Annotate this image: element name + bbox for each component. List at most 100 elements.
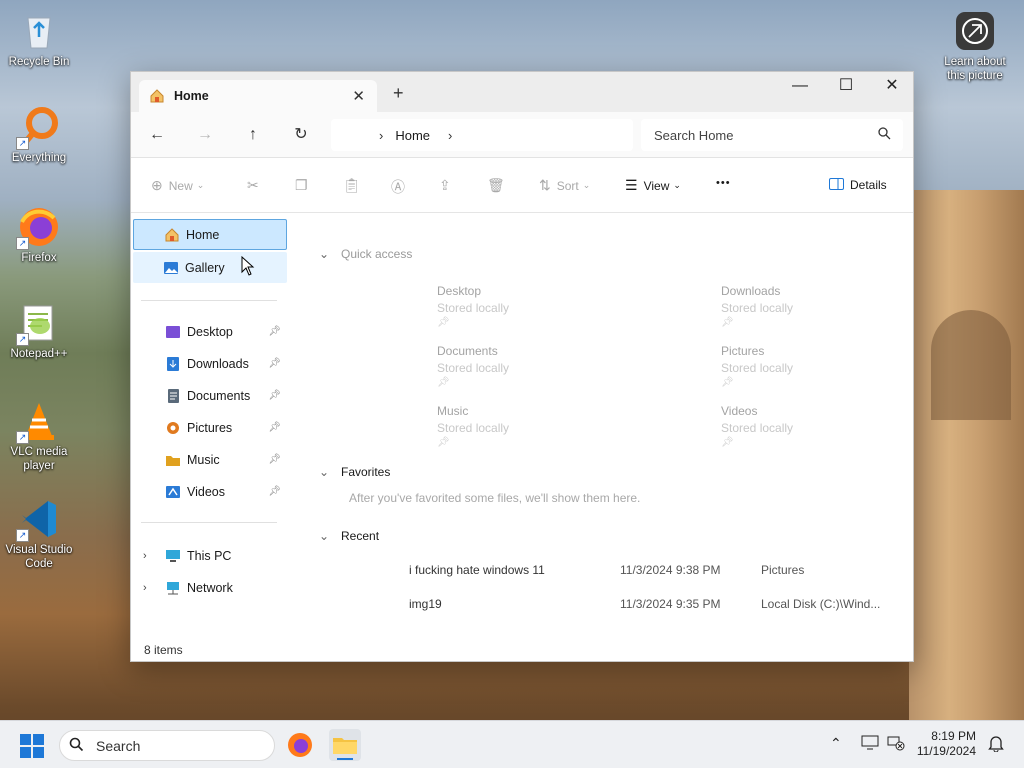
desktop-icon-label: Visual Studio Code — [5, 544, 73, 570]
sort-label: Sort — [556, 178, 579, 193]
quick-access-item[interactable]: Videos Stored locally 📌︎ — [721, 404, 921, 448]
desktop-icon-firefox[interactable]: ↗ Firefox — [1, 206, 77, 265]
favorites-empty-message: After you've favorited some files, we'll… — [349, 491, 641, 505]
search-icon — [69, 737, 84, 756]
chevron-down-icon: ⌄ — [582, 180, 591, 190]
quick-access-item[interactable]: Music Stored locally 📌︎ — [437, 404, 637, 448]
back-button[interactable]: ← — [145, 123, 169, 147]
details-pane-button[interactable]: Details — [829, 177, 887, 193]
item-name: Videos — [721, 404, 758, 418]
breadcrumb-home[interactable]: Home — [395, 128, 430, 143]
taskbar-firefox[interactable] — [284, 729, 316, 761]
desktop-icon-label: Notepad++ — [10, 348, 68, 360]
network-status-icon[interactable] — [887, 735, 905, 754]
item-name: Desktop — [437, 284, 482, 298]
rename-icon[interactable]: Ⓐ — [391, 177, 411, 197]
desktop-icon-recycle-bin[interactable]: Recycle Bin — [1, 10, 77, 69]
desktop-icon-vlc[interactable]: ↗ VLC media player — [1, 400, 77, 473]
downloads-folder-icon — [165, 356, 181, 372]
chevron-right-icon[interactable]: › — [143, 550, 147, 562]
taskbar-search[interactable]: Search — [59, 730, 275, 761]
address-bar[interactable]: › Home › — [331, 119, 633, 151]
pictures-folder-icon — [165, 420, 181, 436]
background-cliff — [909, 190, 1024, 720]
up-button[interactable]: ↑ — [241, 123, 265, 147]
quick-access-item[interactable]: Downloads Stored locally 📌︎ — [721, 284, 921, 328]
sidebar-item-label: Pictures — [187, 420, 233, 435]
vscode-icon: ↗ — [16, 498, 60, 542]
clock-date: 11/19/2024 — [916, 744, 976, 758]
start-button[interactable] — [20, 734, 44, 758]
favorites-header[interactable]: ⌄ Favorites — [319, 465, 390, 479]
table-row[interactable]: img19 11/3/2024 9:35 PM Local Disk (C:)\… — [291, 597, 891, 617]
divider — [141, 300, 277, 301]
monitor-icon[interactable] — [861, 735, 879, 754]
new-label: New — [168, 178, 193, 193]
sidebar-item-documents[interactable]: Documents 📌︎ — [133, 380, 287, 411]
item-name: Music — [437, 404, 469, 418]
chevron-down-icon: ⌄ — [319, 465, 330, 479]
minimize-button[interactable]: — — [777, 72, 823, 102]
new-tab-button[interactable]: + — [393, 83, 404, 104]
desktop-icon-vscode[interactable]: ↗ Visual Studio Code — [1, 498, 77, 571]
cut-icon[interactable]: ✂ — [247, 177, 265, 194]
recent-header[interactable]: ⌄ Recent — [319, 529, 379, 543]
file-explorer-icon — [333, 738, 357, 760]
pin-icon: 📌︎ — [437, 437, 450, 448]
network-icon — [165, 580, 181, 596]
command-bar: ⊕ New ⌄ ✂ ❐ 📋︎ Ⓐ ⇪ 🗑︎ ⇅ Sort ⌄ ☰ View ⌄ … — [131, 158, 913, 213]
quick-access-item[interactable]: Documents Stored locally 📌︎ — [437, 344, 637, 388]
refresh-button[interactable]: ↻ — [289, 123, 313, 147]
chevron-down-icon: ⌄ — [319, 529, 330, 543]
paste-icon[interactable]: 📋︎ — [343, 177, 367, 194]
sidebar-item-gallery[interactable]: Gallery — [133, 252, 287, 283]
vlc-icon: ↗ — [16, 400, 60, 444]
taskbar-file-explorer[interactable] — [329, 729, 361, 761]
quick-access-item[interactable]: Desktop Stored locally 📌︎ — [437, 284, 637, 328]
sidebar-item-videos[interactable]: Videos 📌︎ — [133, 476, 287, 507]
search-input[interactable]: Search Home — [641, 119, 903, 151]
sidebar-item-desktop[interactable]: Desktop 📌︎ — [133, 316, 287, 347]
chevron-up-icon[interactable]: ⌃ — [830, 735, 842, 752]
sidebar-item-home[interactable]: Home — [133, 219, 287, 250]
forward-button[interactable]: → — [193, 123, 217, 147]
camera-info-icon — [954, 10, 996, 52]
search-icon — [878, 127, 891, 143]
view-list-icon: ☰ — [625, 177, 638, 193]
mouse-cursor-icon — [241, 255, 255, 279]
sidebar-item-label: Downloads — [187, 356, 249, 371]
sidebar-item-music[interactable]: Music 📌︎ — [133, 444, 287, 475]
sidebar-item-label: Network — [187, 580, 233, 595]
notification-bell-icon[interactable] — [988, 735, 1004, 755]
quick-access-item[interactable]: Pictures Stored locally 📌︎ — [721, 344, 921, 388]
share-icon[interactable]: ⇪ — [439, 177, 457, 194]
sort-button[interactable]: ⇅ Sort ⌄ — [539, 177, 590, 194]
chevron-right-icon[interactable]: › — [143, 582, 147, 594]
item-status: Stored locally — [437, 421, 510, 435]
new-button[interactable]: ⊕ New ⌄ — [151, 177, 204, 194]
close-tab-icon[interactable]: ✕ — [352, 87, 365, 105]
home-icon — [164, 227, 180, 243]
view-button[interactable]: ☰ View ⌄ — [625, 177, 681, 194]
sidebar-item-label: Music — [187, 452, 220, 467]
breadcrumb-chevron[interactable]: › — [448, 128, 452, 143]
tab-home[interactable]: Home ✕ — [139, 80, 377, 112]
system-clock[interactable]: 8:19 PM 11/19/2024 — [917, 729, 976, 759]
sidebar-item-pictures[interactable]: Pictures 📌︎ — [133, 412, 287, 443]
sidebar-item-network[interactable]: › Network — [133, 572, 287, 603]
desktop-icon-notepadpp[interactable]: ↗ Notepad++ — [1, 302, 77, 361]
table-row[interactable]: i fucking hate windows 11 11/3/2024 9:38… — [291, 563, 891, 583]
sidebar-item-label: This PC — [187, 548, 232, 563]
item-status: Stored locally — [437, 361, 510, 375]
copy-icon[interactable]: ❐ — [295, 177, 314, 194]
learn-about-picture[interactable]: Learn about this picture — [937, 10, 1013, 83]
delete-icon[interactable]: 🗑︎ — [487, 177, 511, 194]
pin-icon: 📌︎ — [268, 422, 281, 433]
sidebar-item-this-pc[interactable]: › This PC — [133, 540, 287, 571]
close-window-button[interactable]: ✕ — [869, 72, 915, 102]
sidebar-item-downloads[interactable]: Downloads 📌︎ — [133, 348, 287, 379]
maximize-button[interactable]: ☐ — [823, 72, 869, 102]
desktop-icon-everything[interactable]: ↗ Everything — [1, 106, 77, 165]
quick-access-header[interactable]: ⌄ Quick access — [319, 247, 412, 261]
more-options-button[interactable]: ••• — [716, 177, 731, 189]
